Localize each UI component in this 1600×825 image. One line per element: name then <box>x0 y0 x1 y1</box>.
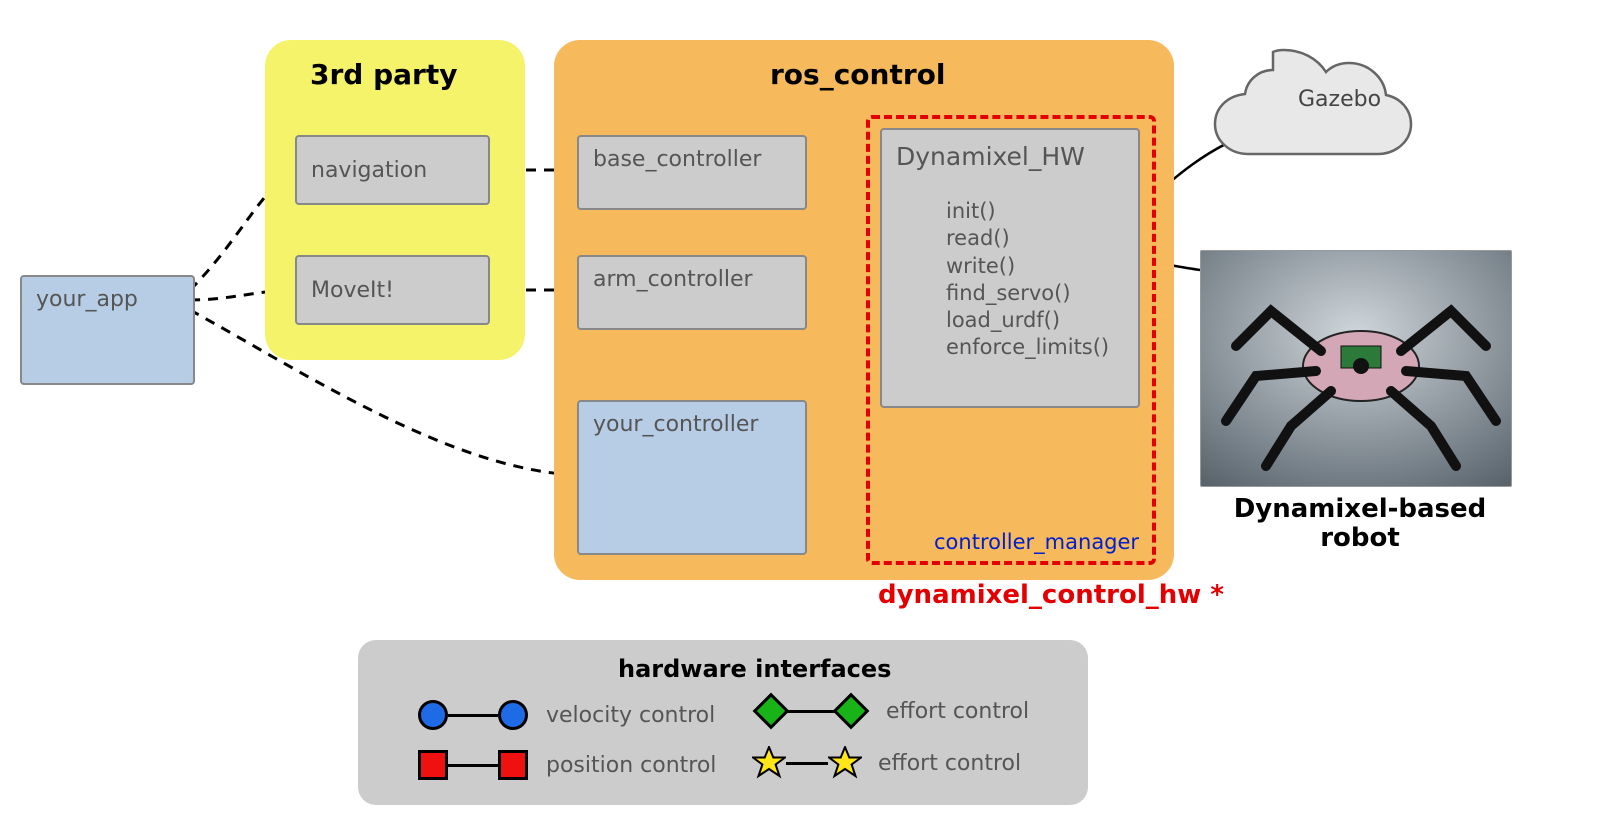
base-controller-label: base_controller <box>593 147 761 172</box>
legend-effort-star: effort control <box>752 746 1021 780</box>
legend-effort2-label: effort control <box>878 751 1021 776</box>
square-icon <box>498 750 528 780</box>
moveit-label: MoveIt! <box>311 278 394 303</box>
gazebo-label: Gazebo <box>1298 87 1381 112</box>
hw-method-limits: enforce_limits() <box>946 334 1109 361</box>
square-icon <box>418 750 448 780</box>
diamond-icon <box>753 693 790 730</box>
your-app-node: your_app <box>20 275 195 385</box>
dynamixel-hw-label: Dynamixel_HW <box>896 142 1085 171</box>
hw-method-urdf: load_urdf() <box>946 307 1109 334</box>
legend-position: position control <box>418 750 716 780</box>
circle-icon <box>418 700 448 730</box>
legend-velocity-label: velocity control <box>546 703 715 728</box>
controller-manager-label: controller_manager <box>934 530 1139 554</box>
navigation-node: navigation <box>295 135 490 205</box>
dynamixel-hw-methods: init() read() write() find_servo() load_… <box>946 198 1109 362</box>
arm-controller-label: arm_controller <box>593 267 753 292</box>
third-party-title: 3rd party <box>310 58 457 91</box>
legend-title: hardware interfaces <box>618 655 891 683</box>
star-icon <box>752 746 786 780</box>
legend-position-label: position control <box>546 753 716 778</box>
moveit-node: MoveIt! <box>295 255 490 325</box>
hw-method-write: write() <box>946 253 1109 280</box>
legend-effort-diamond: effort control <box>758 698 1029 724</box>
diamond-icon <box>833 693 870 730</box>
robot-caption: Dynamixel-based robot <box>1215 495 1505 552</box>
your-controller-node: your_controller <box>577 400 807 555</box>
your-controller-label: your_controller <box>593 412 758 437</box>
dynamixel-control-hw-label: dynamixel_control_hw * <box>878 580 1224 610</box>
circle-icon <box>498 700 528 730</box>
hw-method-init: init() <box>946 198 1109 225</box>
robot-caption-l2: robot <box>1320 523 1400 553</box>
hw-method-find: find_servo() <box>946 280 1109 307</box>
navigation-label: navigation <box>311 158 427 183</box>
your-app-label: your_app <box>36 287 138 312</box>
ros-control-title: ros_control <box>770 58 946 91</box>
arm-controller-node: arm_controller <box>577 255 807 330</box>
hw-method-read: read() <box>946 225 1109 252</box>
robot-caption-l1: Dynamixel-based <box>1234 494 1487 524</box>
base-controller-node: base_controller <box>577 135 807 210</box>
legend-velocity: velocity control <box>418 700 715 730</box>
star-icon <box>828 746 862 780</box>
legend-panel: hardware interfaces velocity control pos… <box>358 640 1088 805</box>
robot-image <box>1200 250 1512 487</box>
legend-effort1-label: effort control <box>886 699 1029 724</box>
